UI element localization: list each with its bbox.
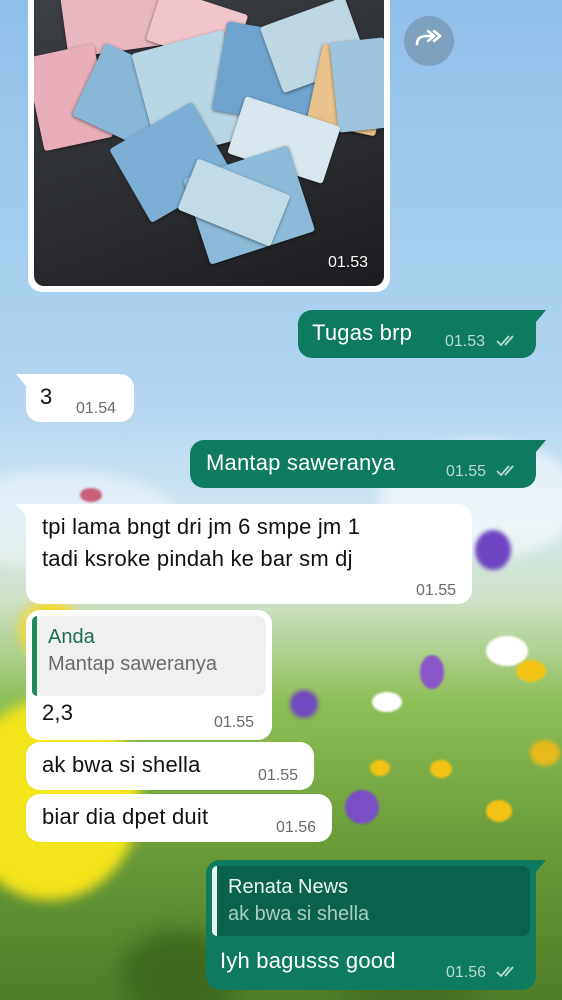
message-time: 01.55 bbox=[258, 767, 299, 784]
message-text: Mantap saweranya bbox=[206, 450, 396, 475]
message-outgoing[interactable]: Tugas brp 01.53 bbox=[298, 310, 546, 358]
message-text: 3 bbox=[40, 384, 53, 409]
message-time: 01.55 bbox=[214, 714, 255, 731]
message-time: 01.56 bbox=[446, 964, 487, 981]
message-text: 2,3 bbox=[42, 700, 74, 725]
message-incoming[interactable]: tpi lama bngt dri jm 6 smpe jm 1 tadi ks… bbox=[16, 504, 472, 604]
quoted-message[interactable]: Anda Mantap saweranya bbox=[32, 616, 266, 696]
message-text-line: tadi ksroke pindah ke bar sm dj bbox=[42, 546, 353, 571]
message-text: ak bwa si shella bbox=[42, 752, 201, 777]
quoted-sender: Anda bbox=[48, 626, 95, 648]
message-outgoing-reply[interactable]: Renata News ak bwa si shella Iyh bagusss… bbox=[206, 860, 546, 990]
quoted-message[interactable]: Renata News ak bwa si shella bbox=[212, 866, 530, 936]
message-time: 01.54 bbox=[76, 400, 117, 417]
image-message[interactable]: 01.53 bbox=[28, 0, 390, 292]
message-time: 01.53 bbox=[445, 333, 486, 350]
message-time: 01.55 bbox=[446, 463, 487, 480]
quoted-text: ak bwa si shella bbox=[228, 903, 370, 925]
message-time: 01.55 bbox=[416, 582, 457, 599]
message-time: 01.56 bbox=[276, 819, 317, 836]
forward-button[interactable] bbox=[404, 16, 454, 66]
message-outgoing[interactable]: Mantap saweranya 01.55 bbox=[190, 440, 546, 488]
message-text-line: tpi lama bngt dri jm 6 smpe jm 1 bbox=[42, 514, 361, 539]
double-check-icon bbox=[496, 465, 514, 477]
quoted-sender: Renata News bbox=[228, 876, 349, 898]
message-text: Tugas brp bbox=[312, 320, 413, 345]
message-incoming[interactable]: ak bwa si shella 01.55 bbox=[26, 742, 314, 790]
image-timestamp: 01.53 bbox=[327, 254, 368, 271]
message-text: biar dia dpet duit bbox=[42, 804, 209, 829]
quoted-text: Mantap saweranya bbox=[48, 653, 217, 675]
message-incoming[interactable]: biar dia dpet duit 01.56 bbox=[26, 794, 332, 842]
message-incoming[interactable]: 3 01.54 bbox=[16, 374, 134, 422]
message-incoming-reply[interactable]: Anda Mantap saweranya 2,3 01.55 bbox=[26, 610, 272, 740]
message-text: Iyh bagusss good bbox=[220, 948, 396, 973]
money-photo: 01.53 bbox=[34, 0, 384, 286]
double-check-icon bbox=[496, 966, 514, 978]
forward-share-icon bbox=[415, 30, 442, 46]
double-check-icon bbox=[496, 335, 514, 347]
